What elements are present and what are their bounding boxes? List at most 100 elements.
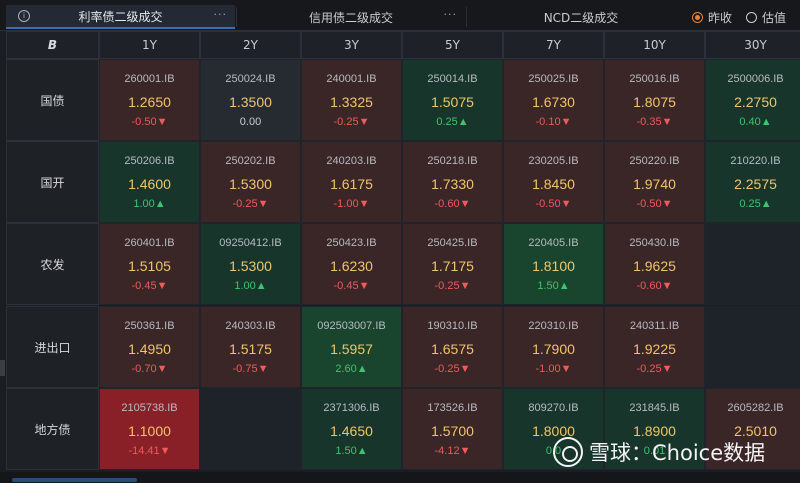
bond-change: -14.41▼ — [128, 445, 171, 457]
bond-cell[interactable]: 240303.IB 1.5175 -0.75▼ — [200, 306, 301, 388]
bond-change: -0.60▼ — [434, 198, 471, 210]
radio-valuation[interactable]: 估值 — [745, 9, 786, 26]
bond-yield: 1.6175 — [330, 176, 373, 192]
scrollbar-thumb[interactable] — [12, 478, 137, 482]
bond-yield: 1.9625 — [633, 258, 676, 274]
row-label: 国债 — [6, 59, 99, 141]
bond-change: -0.45▼ — [131, 280, 168, 292]
bond-cell[interactable]: 250430.IB 1.9625 -0.60▼ — [604, 223, 705, 305]
bond-yield: 2.2750 — [734, 94, 777, 110]
bond-code: 240203.IB — [326, 155, 377, 167]
bond-change: -0.50▼ — [131, 116, 168, 128]
radio-label: 昨收 — [707, 11, 732, 25]
bond-yield: 1.4650 — [330, 423, 373, 439]
bond-cell[interactable]: 250016.IB 1.8075 -0.35▼ — [604, 59, 705, 141]
bond-code: 250024.IB — [225, 73, 276, 85]
bond-code: 220310.IB — [528, 320, 579, 332]
bond-cell[interactable]: 092503007.IB 1.5957 2.60▲ — [301, 306, 402, 388]
bond-code: 210220.IB — [730, 155, 781, 167]
bond-yield: 2.2575 — [734, 176, 777, 192]
row-label: 进出口 — [6, 306, 99, 388]
bond-yield: 1.7330 — [431, 176, 474, 192]
bond-change: -4.12▼ — [434, 445, 471, 457]
tenor-header[interactable]: 5Y — [402, 31, 503, 59]
radio-previous-close[interactable]: 昨收 — [691, 9, 732, 26]
bond-cell[interactable]: 2371306.IB 1.4650 1.50▲ — [301, 388, 402, 470]
bond-code: 09250412.IB — [219, 237, 282, 249]
bond-code: 250206.IB — [124, 155, 175, 167]
bond-code: 230205.IB — [528, 155, 579, 167]
bond-cell[interactable]: 210220.IB 2.2575 0.25▲ — [705, 141, 800, 223]
price-mode-radio-group: 昨收 估值 — [678, 9, 786, 26]
bond-cell — [200, 388, 301, 470]
bond-yield: 1.5700 — [431, 423, 474, 439]
tenor-header[interactable]: 10Y — [604, 31, 705, 59]
bond-cell[interactable]: 09250412.IB 1.5300 1.00▲ — [200, 223, 301, 305]
bond-change: 0.40▲ — [739, 116, 772, 128]
bond-cell[interactable]: 250220.IB 1.9740 -0.50▼ — [604, 141, 705, 223]
bond-change: -0.25▼ — [232, 198, 269, 210]
bond-code: 092503007.IB — [317, 320, 386, 332]
bond-cell — [705, 223, 800, 305]
bond-cell[interactable]: 260001.IB 1.2650 -0.50▼ — [99, 59, 200, 141]
bond-cell[interactable]: 250361.IB 1.4950 -0.70▼ — [99, 306, 200, 388]
bond-cell[interactable]: 230205.IB 1.8450 -0.50▼ — [503, 141, 604, 223]
bond-cell[interactable]: 250425.IB 1.7175 -0.25▼ — [402, 223, 503, 305]
bond-code: 250425.IB — [427, 237, 478, 249]
bond-cell[interactable]: 250024.IB 1.3500 0.00 — [200, 59, 301, 141]
bond-cell[interactable]: 250025.IB 1.6730 -0.10▼ — [503, 59, 604, 141]
bond-code: 240001.IB — [326, 73, 377, 85]
bond-change: -0.50▼ — [636, 198, 673, 210]
bond-cell[interactable]: 2500006.IB 2.2750 0.40▲ — [705, 59, 800, 141]
bond-code: 190310.IB — [427, 320, 478, 332]
row-label: 地方债 — [6, 388, 99, 470]
more-options-icon[interactable]: ··· — [214, 8, 228, 21]
bond-cell[interactable]: 250014.IB 1.5075 0.25▲ — [402, 59, 503, 141]
tab-rate-bond-trades[interactable]: i 利率债二级成交 ··· — [6, 5, 235, 29]
bond-cell[interactable]: 250206.IB 1.4600 1.00▲ — [99, 141, 200, 223]
more-options-icon[interactable]: ··· — [444, 8, 458, 21]
tenor-header[interactable]: 1Y — [99, 31, 200, 59]
info-icon[interactable]: i — [18, 10, 30, 22]
bond-yield: 1.8450 — [532, 176, 575, 192]
tab-bar: i 利率债二级成交 ··· 信用债二级成交 ··· NCD二级成交 昨收 估值 — [0, 0, 800, 31]
tab-credit-bond-trades[interactable]: 信用债二级成交 ··· — [237, 5, 465, 29]
bond-cell[interactable]: 250202.IB 1.5300 -0.25▼ — [200, 141, 301, 223]
bond-yield: 1.9225 — [633, 341, 676, 357]
bond-cell[interactable]: 240001.IB 1.3325 -0.25▼ — [301, 59, 402, 141]
tenor-header[interactable]: 2Y — [200, 31, 301, 59]
bond-cell[interactable]: 240311.IB 1.9225 -0.25▼ — [604, 306, 705, 388]
bond-change: -0.75▼ — [232, 363, 269, 375]
bond-code: 260001.IB — [124, 73, 175, 85]
bond-code: 250220.IB — [629, 155, 680, 167]
bond-cell[interactable]: 250218.IB 1.7330 -0.60▼ — [402, 141, 503, 223]
bond-change: 1.00▲ — [234, 280, 267, 292]
bond-change: -0.25▼ — [434, 280, 471, 292]
bond-cell[interactable]: 220310.IB 1.7900 -1.00▼ — [503, 306, 604, 388]
bond-cell[interactable]: 2105738.IB 1.1000 -14.41▼ — [99, 388, 200, 470]
tenor-header[interactable]: 7Y — [503, 31, 604, 59]
bond-code: 250016.IB — [629, 73, 680, 85]
tenor-header[interactable]: 3Y — [301, 31, 402, 59]
bond-cell[interactable]: 240203.IB 1.6175 -1.00▼ — [301, 141, 402, 223]
tab-ncd-trades[interactable]: NCD二级成交 — [467, 5, 695, 29]
bond-code: 260401.IB — [124, 237, 175, 249]
bond-yield: 1.6575 — [431, 341, 474, 357]
watermark-logo-icon — [553, 437, 583, 467]
tenor-header[interactable]: 30Y — [705, 31, 800, 59]
bond-yield: 1.6730 — [532, 94, 575, 110]
bond-change: 0.25▲ — [739, 198, 772, 210]
bond-change: -0.25▼ — [333, 116, 370, 128]
bond-cell[interactable]: 220405.IB 1.8100 1.50▲ — [503, 223, 604, 305]
bond-cell[interactable]: 250423.IB 1.6230 -0.45▼ — [301, 223, 402, 305]
bond-code: 2500006.IB — [727, 73, 784, 85]
bond-cell[interactable]: 173526.IB 1.5700 -4.12▼ — [402, 388, 503, 470]
bond-cell[interactable]: 190310.IB 1.6575 -0.25▼ — [402, 306, 503, 388]
bond-code: 240311.IB — [629, 320, 680, 332]
bond-yield: 1.9740 — [633, 176, 676, 192]
bond-yield: 1.5957 — [330, 341, 373, 357]
bond-change: 1.00▲ — [133, 198, 166, 210]
bond-change: -0.25▼ — [434, 363, 471, 375]
bond-cell[interactable]: 260401.IB 1.5105 -0.45▼ — [99, 223, 200, 305]
left-scroll-handle[interactable] — [0, 360, 5, 376]
